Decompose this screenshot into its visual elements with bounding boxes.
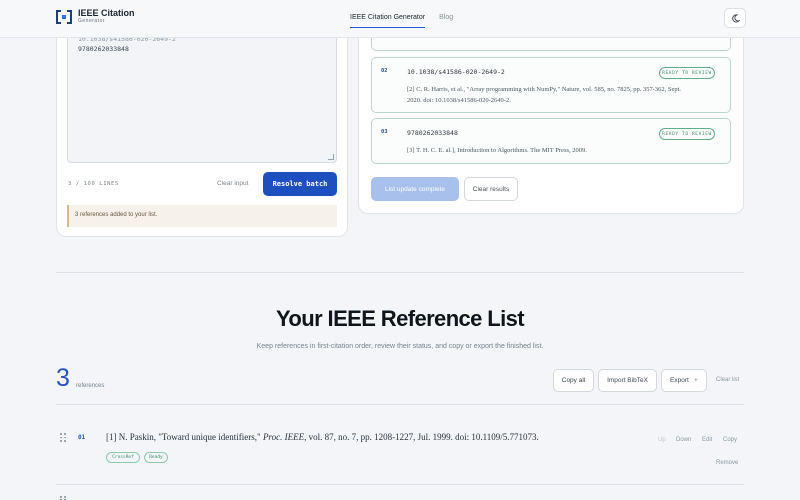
section-divider (56, 272, 744, 273)
plus-icon: + (693, 377, 698, 384)
move-down-button[interactable]: Down (676, 437, 691, 443)
source-tag: CrossRef (106, 452, 140, 463)
drag-handle-icon[interactable] (60, 496, 66, 500)
nav-link-generator[interactable]: IEEE Citation Generator (350, 14, 426, 28)
reference-row: 01 [1] N. Paskin, "Toward unique identif… (56, 420, 744, 484)
result-citation: [2] C. R. Harris, et al., "Array program… (407, 86, 682, 93)
drag-handle-icon[interactable] (60, 433, 66, 442)
batch-input-panel: 10.1038/s41586-020-2649-2 9780262033848 … (56, 20, 348, 237)
result-citation: [3] T. H. C. E. al.], Introduction to Al… (407, 147, 587, 154)
citation-part: [1] N. Paskin, "Toward unique identifier… (106, 432, 263, 442)
nav-link-blog[interactable]: Blog (439, 14, 453, 28)
moon-icon (731, 13, 740, 23)
result-number: 02 (381, 68, 388, 74)
resize-handle[interactable] (328, 154, 334, 160)
remove-button[interactable]: Remove (716, 460, 738, 466)
edit-button[interactable]: Edit (702, 437, 712, 443)
import-bibtex-button[interactable]: Import BibTeX (598, 369, 657, 392)
move-up-button[interactable]: Up (658, 437, 666, 443)
status-notice: 3 references added to your list. (67, 205, 337, 227)
citation-part: , vol. 87, no. 7, pp. 1208-1227, Jul. 19… (304, 432, 539, 442)
copy-button[interactable]: Copy (723, 437, 737, 443)
export-label: Export (670, 377, 689, 384)
clear-list-button[interactable]: Clear list (716, 377, 739, 383)
reference-citation: [1] N. Paskin, "Toward unique identifier… (106, 432, 586, 442)
page-title: Your IEEE Reference List (275, 306, 525, 331)
resolve-batch-button[interactable]: Resolve batch (263, 172, 337, 196)
clear-input-button[interactable]: Clear input (217, 180, 248, 187)
input-line: 9780262033848 (78, 45, 129, 53)
brand[interactable]: IEEE Citation Generator (56, 8, 135, 25)
status-badge: READY TO REVIEW (659, 128, 715, 140)
citation-journal: Proc. IEEE (262, 432, 305, 442)
row-divider (56, 484, 744, 485)
results-panel: doi: 10.1109/5.771073. 02 10.1038/s41586… (358, 20, 744, 214)
reference-count: 3 (56, 364, 70, 392)
clear-results-button[interactable]: Clear results (464, 177, 518, 201)
page-subtitle: Keep references in first-citation order,… (256, 343, 544, 350)
logo-icon (56, 9, 72, 24)
brand-subtitle: Generator (78, 18, 106, 24)
list-update-button[interactable]: List update complete (371, 177, 459, 201)
theme-toggle-button[interactable] (724, 8, 746, 28)
reference-number: 01 (78, 434, 86, 441)
main-nav: IEEE Citation Generator Blog (350, 14, 467, 28)
status-tag: Ready (144, 452, 168, 463)
result-card: 03 9780262033848 READY TO REVIEW [3] T. … (371, 118, 731, 164)
export-button[interactable]: Export + (661, 369, 707, 392)
line-counter: 3 / 100 LINES (68, 181, 119, 187)
result-card: 02 10.1038/s41586-020-2649-2 READY TO RE… (371, 57, 731, 113)
list-divider (56, 404, 744, 405)
result-identifier: 10.1038/s41586-020-2649-2 (407, 68, 505, 76)
reference-count-label: references (76, 383, 105, 389)
result-number: 03 (381, 129, 388, 135)
result-identifier: 9780262033848 (407, 129, 458, 137)
batch-input-textarea[interactable]: 10.1038/s41586-020-2649-2 9780262033848 (67, 29, 337, 163)
status-badge: READY TO REVIEW (659, 67, 715, 79)
copy-all-button[interactable]: Copy all (553, 369, 594, 392)
top-bar: IEEE Citation Generator IEEE Citation Ge… (0, 0, 800, 38)
result-citation: 2020. doi: 10.1038/s41586-020-2649-2. (407, 97, 511, 104)
brand-title: IEEE Citation (78, 8, 135, 18)
